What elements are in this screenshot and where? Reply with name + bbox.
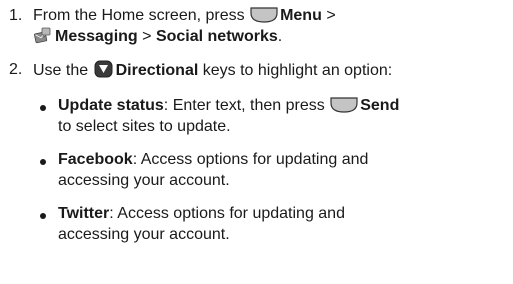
option-update-status-term: Update status (58, 97, 164, 114)
option-facebook-text-2: accessing your account. (58, 172, 230, 189)
option-update-status-text-1: : Enter text, then press (163, 97, 325, 114)
option-facebook-line-2: accessing your account. (58, 171, 230, 191)
directional-label: Directional (115, 62, 199, 79)
step-1-end: . (277, 28, 283, 45)
step-1-separator-2: > (142, 28, 152, 45)
social-networks-label: Social networks (155, 28, 278, 45)
step-2-number: 2. (9, 61, 23, 78)
messaging-label: Messaging (55, 28, 138, 45)
option-facebook-term: Facebook (58, 151, 133, 168)
option-twitter-line-2: accessing your account. (58, 225, 230, 245)
step-1-prefix: From the Home screen, press (33, 7, 245, 24)
instruction-document: 1. From the Home screen, press Menu > Me… (0, 0, 513, 284)
option-twitter-line-1: Twitter: Access options for updating and (58, 204, 345, 224)
send-label: Send (360, 97, 400, 114)
option-facebook-line-1: Facebook: Access options for updating an… (58, 150, 368, 170)
step-1-line-2: Messaging > Social networks. (33, 27, 282, 47)
option-facebook-text-1: : Access options for updating and (132, 151, 369, 168)
option-twitter-term: Twitter (58, 205, 110, 222)
step-1-line-1: From the Home screen, press Menu > (33, 6, 336, 26)
messaging-app-icon (33, 27, 51, 44)
bullet-update-status (40, 105, 46, 111)
step-2-suffix: keys to highlight an option: (202, 62, 393, 79)
step-2-line: Use the Directional keys to highlight an… (33, 60, 392, 80)
directional-key-icon (94, 60, 113, 78)
option-update-status-line-1: Update status: Enter text, then press Se… (58, 96, 399, 116)
option-twitter-text-2: accessing your account. (58, 226, 230, 243)
bullet-facebook (40, 159, 46, 165)
step-1-separator-1: > (326, 7, 336, 24)
option-twitter-text-1: : Access options for updating and (109, 205, 345, 222)
option-update-status-line-2: to select sites to update. (58, 117, 231, 137)
step-1-number: 1. (9, 7, 23, 24)
bullet-twitter (40, 213, 46, 219)
step-2-prefix: Use the (33, 62, 89, 79)
menu-label: Menu (280, 7, 322, 24)
right-softkey-icon (330, 97, 358, 113)
left-softkey-icon (250, 7, 278, 23)
option-update-status-text-2: to select sites to update. (58, 118, 231, 135)
